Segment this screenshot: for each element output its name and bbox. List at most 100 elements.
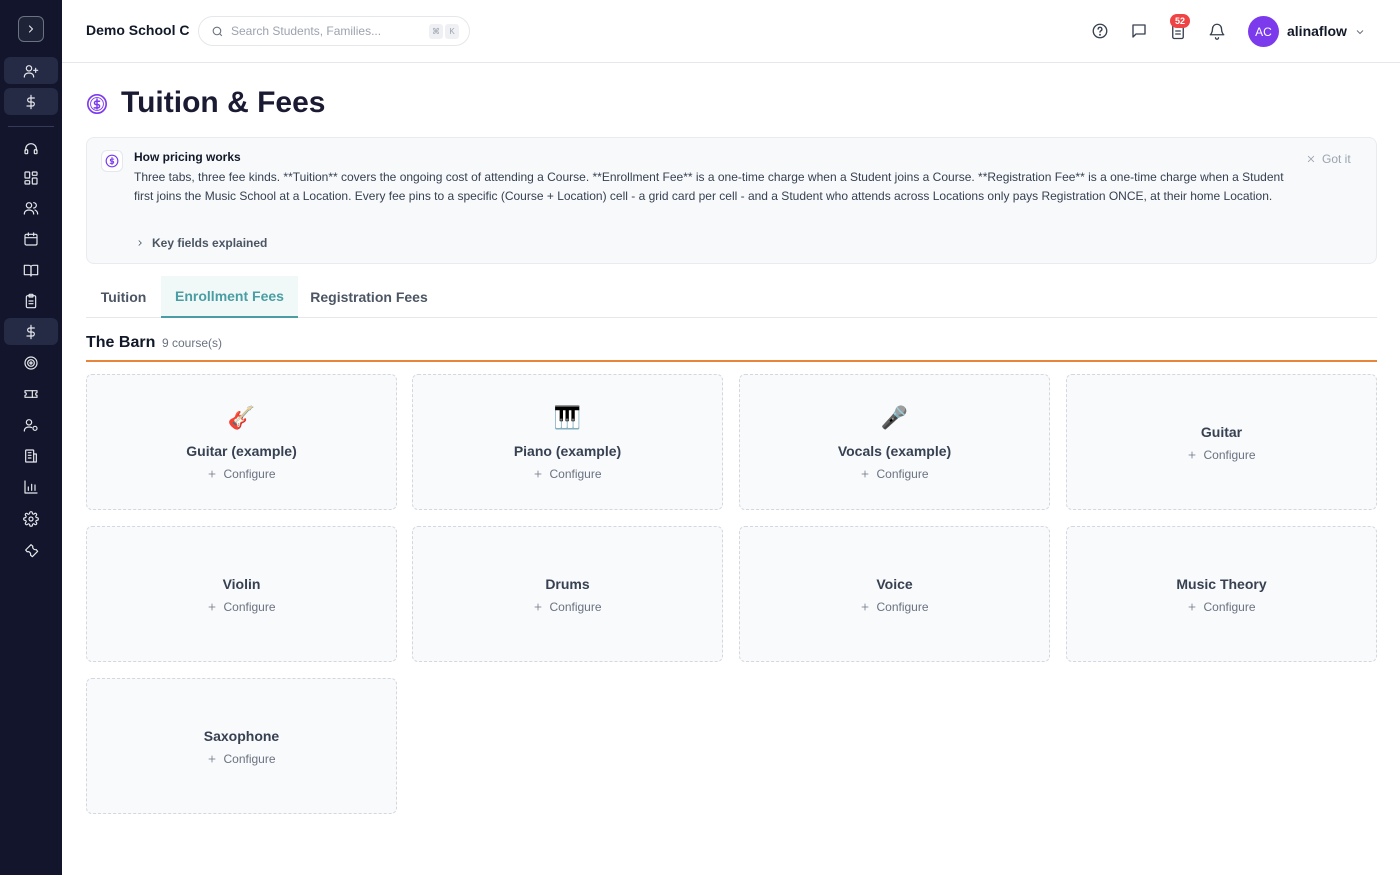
- course-card[interactable]: 🎤 Vocals (example) Configure: [739, 374, 1050, 510]
- sidebar-item-locations[interactable]: [4, 442, 58, 469]
- book-icon: [23, 264, 39, 277]
- configure-button[interactable]: Configure: [1067, 600, 1376, 614]
- course-name: Music Theory: [1176, 576, 1267, 592]
- sidebar-item-dashboard[interactable]: [4, 164, 58, 191]
- configure-button[interactable]: Configure: [1067, 448, 1376, 462]
- configure-button[interactable]: Configure: [740, 600, 1049, 614]
- configure-label: Configure: [876, 467, 929, 481]
- sidebar-expand-button[interactable]: [18, 16, 44, 42]
- messages-button[interactable]: [1128, 20, 1150, 42]
- sidebar-item-settings[interactable]: [4, 505, 58, 532]
- info-title: How pricing works: [134, 150, 241, 164]
- configure-button[interactable]: Configure: [413, 467, 722, 481]
- key-fields-toggle[interactable]: Key fields explained: [135, 236, 267, 250]
- plus-icon: [209, 755, 216, 763]
- sidebar-item-staff[interactable]: [4, 411, 58, 438]
- configure-label: Configure: [1203, 448, 1256, 462]
- sidebar-item-goals[interactable]: [4, 349, 58, 376]
- help-button[interactable]: [1089, 20, 1111, 42]
- dollar-circle-icon: [86, 93, 108, 115]
- sidebar-divider: [8, 126, 54, 127]
- avatar[interactable]: AC: [1248, 16, 1279, 47]
- plus-icon: [1189, 451, 1196, 459]
- plus-icon: [862, 470, 869, 478]
- course-card[interactable]: Music Theory Configure: [1066, 526, 1377, 662]
- sidebar-item-tuition-fees[interactable]: [4, 318, 58, 345]
- message-icon: [1132, 24, 1146, 38]
- tab-enrollment-fees[interactable]: Enrollment Fees: [161, 276, 298, 318]
- sidebar-item-support[interactable]: [4, 135, 58, 162]
- course-name: Saxophone: [203, 728, 280, 744]
- chart-icon: [24, 479, 38, 494]
- user-menu-toggle[interactable]: [1354, 25, 1366, 37]
- location-course-count: 9 course(s): [162, 336, 223, 350]
- pricing-info-panel: How pricing works Three tabs, three fee …: [86, 137, 1377, 264]
- chevron-down-icon: [1356, 30, 1364, 35]
- sidebar-item-add-student[interactable]: [4, 57, 58, 84]
- dollar-icon: [26, 324, 35, 339]
- close-icon: [1307, 155, 1315, 163]
- sidebar-item-attendance[interactable]: [4, 287, 58, 314]
- wrench-icon: [25, 543, 39, 557]
- course-card[interactable]: 🎸 Guitar (example) Configure: [86, 374, 397, 510]
- course-name: Guitar (example): [186, 443, 297, 459]
- clipboard-icon: [25, 293, 37, 308]
- course-name: Voice: [876, 576, 913, 592]
- course-card[interactable]: Voice Configure: [739, 526, 1050, 662]
- tab-registration-fees[interactable]: Registration Fees: [298, 276, 440, 318]
- configure-button[interactable]: Configure: [740, 467, 1049, 481]
- sidebar-item-students[interactable]: [4, 194, 58, 221]
- sidebar-item-billing[interactable]: [4, 88, 58, 115]
- school-name[interactable]: Demo School C: [86, 22, 189, 38]
- target-icon: [24, 355, 38, 370]
- plus-icon: [209, 470, 216, 478]
- location-name: The Barn: [86, 334, 156, 351]
- piano-icon: 🎹: [553, 405, 582, 430]
- course-name: Drums: [545, 576, 590, 592]
- configure-button[interactable]: Configure: [87, 600, 396, 614]
- search-box[interactable]: ⌘ K: [198, 16, 470, 46]
- course-card[interactable]: Guitar Configure: [1066, 374, 1377, 510]
- course-card[interactable]: Saxophone Configure: [86, 678, 397, 814]
- configure-label: Configure: [549, 467, 602, 481]
- sidebar-item-reports[interactable]: [4, 473, 58, 500]
- course-card[interactable]: Drums Configure: [412, 526, 723, 662]
- configure-button[interactable]: Configure: [87, 752, 396, 766]
- shortcut-key-cmd: ⌘: [429, 24, 443, 39]
- dismiss-info-button[interactable]: Got it: [1306, 152, 1351, 166]
- configure-button[interactable]: Configure: [413, 600, 722, 614]
- course-card[interactable]: 🎹 Piano (example) Configure: [412, 374, 723, 510]
- sidebar-item-courses[interactable]: [4, 256, 58, 283]
- configure-label: Configure: [549, 600, 602, 614]
- dismiss-label: Got it: [1322, 152, 1351, 166]
- plus-icon: [535, 470, 542, 478]
- headset-icon: [24, 142, 38, 154]
- course-name: Piano (example): [513, 443, 622, 459]
- sidebar-item-calendar[interactable]: [4, 225, 58, 252]
- page-title: Tuition & Fees: [121, 86, 326, 119]
- plus-icon: [209, 603, 216, 611]
- dashboard-icon: [24, 170, 38, 185]
- username[interactable]: alinaflow: [1287, 23, 1347, 39]
- course-card[interactable]: Violin Configure: [86, 526, 397, 662]
- plus-icon: [1189, 603, 1196, 611]
- course-name: Vocals (example): [837, 443, 952, 459]
- sidebar-item-tools[interactable]: [4, 536, 58, 563]
- search-icon: [212, 26, 223, 37]
- tasks-count-badge: 52: [1170, 14, 1190, 28]
- tab-tuition[interactable]: Tuition: [86, 276, 161, 318]
- configure-label: Configure: [223, 752, 276, 766]
- microphone-icon: 🎤: [880, 405, 909, 430]
- search-input[interactable]: [231, 22, 421, 40]
- calendar-icon: [24, 231, 38, 246]
- settings-icon: [23, 510, 39, 527]
- user-plus-icon: [23, 64, 39, 78]
- help-circle-icon: [1092, 23, 1108, 39]
- sidebar-item-passes[interactable]: [4, 380, 58, 407]
- notifications-button[interactable]: [1206, 20, 1228, 42]
- course-name: Guitar: [1200, 424, 1243, 440]
- configure-button[interactable]: Configure: [87, 467, 396, 481]
- dollar-icon: [26, 94, 35, 109]
- configure-label: Configure: [223, 467, 276, 481]
- fee-tabs: Tuition Enrollment Fees Registration Fee…: [86, 276, 1377, 318]
